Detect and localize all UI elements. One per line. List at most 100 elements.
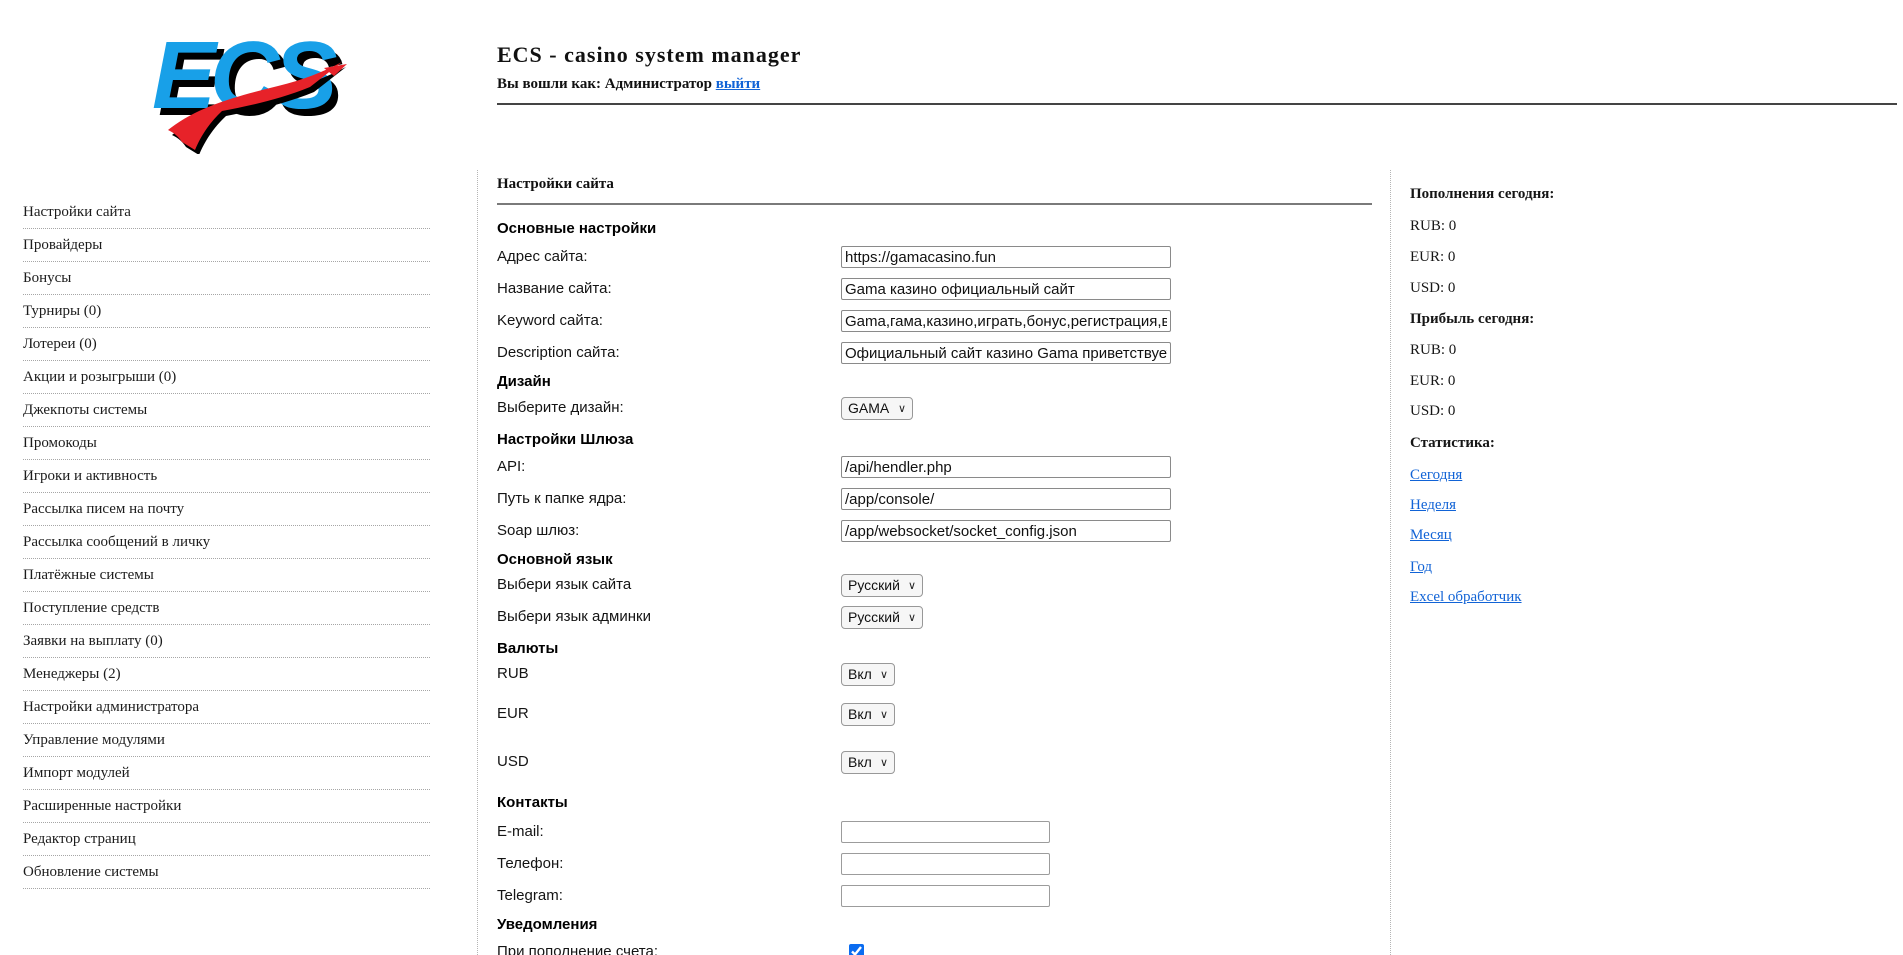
usd-select-wrap: Вкл — [841, 751, 895, 774]
deposits-today-title: Пополнения сегодня: — [1410, 186, 1554, 203]
logout-link[interactable]: выйти — [716, 76, 760, 92]
admin-lang-select-wrap: Русский — [841, 606, 923, 629]
sidebar-item-providers[interactable]: Провайдеры — [23, 229, 430, 262]
ecs-logo-icon: ECS ECS — [138, 12, 350, 154]
field-eur: EUR Вкл — [497, 703, 1377, 727]
section-heading: Основные настройки — [497, 218, 656, 240]
login-status-text: Вы вошли как: Администратор — [497, 76, 712, 92]
field-site-lang: Выбери язык сайта Русский — [497, 574, 1377, 598]
page-title: Настройки сайта — [497, 176, 614, 193]
field-notify-deposit: При пополнение счета: — [497, 941, 1377, 955]
field-site-name: Название сайта: — [497, 278, 1377, 302]
description-label: Description сайта: — [497, 342, 620, 364]
rub-label: RUB — [497, 663, 529, 685]
section-design: Дизайн — [497, 371, 1377, 395]
sidebar-item-email-mailing[interactable]: Рассылка писем на почту — [23, 493, 430, 526]
email-input[interactable] — [841, 821, 1050, 843]
usd-select[interactable]: Вкл — [841, 751, 895, 774]
field-email: E-mail: — [497, 821, 1377, 845]
stats-week-link[interactable]: Неделя — [1410, 497, 1456, 514]
right-divider — [1390, 170, 1391, 955]
phone-input[interactable] — [841, 853, 1050, 875]
profit-today-title: Прибыль сегодня: — [1410, 311, 1534, 328]
eur-label: EUR — [497, 703, 529, 725]
header-divider — [497, 103, 1897, 105]
section-heading: Дизайн — [497, 371, 551, 393]
sidebar-item-pm-mailing[interactable]: Рассылка сообщений в личку — [23, 526, 430, 559]
stats-today-link[interactable]: Сегодня — [1410, 467, 1462, 484]
telegram-label: Telegram: — [497, 885, 563, 907]
sidebar-item-jackpots[interactable]: Джекпоты системы — [23, 394, 430, 427]
stats-excel-link[interactable]: Excel обработчик — [1410, 589, 1522, 606]
section-gateway: Настройки Шлюза — [497, 429, 1377, 453]
eur-select[interactable]: Вкл — [841, 703, 895, 726]
description-input[interactable] — [841, 342, 1171, 364]
sidebar-item-bonuses[interactable]: Бонусы — [23, 262, 430, 295]
field-telegram: Telegram: — [497, 885, 1377, 909]
core-path-input[interactable] — [841, 488, 1171, 510]
soap-input[interactable] — [841, 520, 1171, 542]
sidebar-item-module-management[interactable]: Управление модулями — [23, 724, 430, 757]
usd-label: USD — [497, 751, 529, 773]
design-select[interactable]: GAMA — [841, 397, 913, 420]
sidebar-item-promocodes[interactable]: Промокоды — [23, 427, 430, 460]
site-name-input[interactable] — [841, 278, 1171, 300]
api-input[interactable] — [841, 456, 1171, 478]
site-lang-select[interactable]: Русский — [841, 574, 923, 597]
sidebar-item-payment-systems[interactable]: Платёжные системы — [23, 559, 430, 592]
notify-deposit-label: При пополнение счета: — [497, 941, 658, 955]
section-contacts: Контакты — [497, 792, 1377, 816]
sidebar-item-payout-requests[interactable]: Заявки на выплату (0) — [23, 625, 430, 658]
notify-deposit-checkbox[interactable] — [849, 944, 864, 955]
section-notifications: Уведомления — [497, 914, 1377, 938]
phone-label: Телефон: — [497, 853, 563, 875]
field-site-url: Адрес сайта: — [497, 246, 1377, 270]
api-label: API: — [497, 456, 525, 478]
rub-select[interactable]: Вкл — [841, 663, 895, 686]
svg-text:ECS: ECS — [152, 22, 337, 129]
site-lang-label: Выбери язык сайта — [497, 574, 631, 596]
profit-eur: EUR: 0 — [1410, 373, 1455, 390]
soap-label: Soap шлюз: — [497, 520, 579, 542]
section-heading: Основной язык — [497, 549, 613, 571]
stats-month-link[interactable]: Месяц — [1410, 527, 1452, 544]
deposits-usd: USD: 0 — [1410, 280, 1455, 297]
sidebar-item-system-update[interactable]: Обновление системы — [23, 856, 430, 889]
deposits-rub: RUB: 0 — [1410, 218, 1456, 235]
section-main-settings: Основные настройки — [497, 218, 1377, 242]
stats-year-link[interactable]: Год — [1410, 559, 1432, 576]
telegram-input[interactable] — [841, 885, 1050, 907]
field-description: Description сайта: — [497, 342, 1377, 366]
sidebar-item-page-editor[interactable]: Редактор страниц — [23, 823, 430, 856]
left-divider — [477, 170, 478, 955]
sidebar-item-tournaments[interactable]: Турниры (0) — [23, 295, 430, 328]
sidebar-item-admin-settings[interactable]: Настройки администратора — [23, 691, 430, 724]
rub-select-wrap: Вкл — [841, 663, 895, 686]
section-heading: Контакты — [497, 792, 568, 814]
sidebar-item-managers[interactable]: Менеджеры (2) — [23, 658, 430, 691]
site-url-input[interactable] — [841, 246, 1171, 268]
field-api: API: — [497, 456, 1377, 480]
section-heading: Уведомления — [497, 914, 597, 936]
admin-lang-label: Выбери язык админки — [497, 606, 651, 628]
field-keyword: Keyword сайта: — [497, 310, 1377, 334]
sidebar-item-incoming-funds[interactable]: Поступление средств — [23, 592, 430, 625]
email-label: E-mail: — [497, 821, 544, 843]
design-label: Выберите дизайн: — [497, 397, 624, 419]
login-status: Вы вошли как: Администратор выйти — [497, 76, 760, 93]
sidebar-item-promotions[interactable]: Акции и розыгрыши (0) — [23, 361, 430, 394]
section-currencies: Валюты — [497, 638, 1377, 662]
sidebar-item-players[interactable]: Игроки и активность — [23, 460, 430, 493]
sidebar-item-advanced-settings[interactable]: Расширенные настройки — [23, 790, 430, 823]
sidebar-item-site-settings[interactable]: Настройки сайта — [23, 196, 430, 229]
field-design: Выберите дизайн: GAMA — [497, 397, 1377, 421]
admin-lang-select[interactable]: Русский — [841, 606, 923, 629]
statistics-title: Статистика: — [1410, 435, 1495, 452]
sidebar-item-lotteries[interactable]: Лотереи (0) — [23, 328, 430, 361]
app-title: ECS - casino system manager — [497, 42, 801, 68]
section-language: Основной язык — [497, 549, 1377, 573]
keyword-input[interactable] — [841, 310, 1171, 332]
field-usd: USD Вкл — [497, 751, 1377, 775]
sidebar-item-module-import[interactable]: Импорт модулей — [23, 757, 430, 790]
site-lang-select-wrap: Русский — [841, 574, 923, 597]
